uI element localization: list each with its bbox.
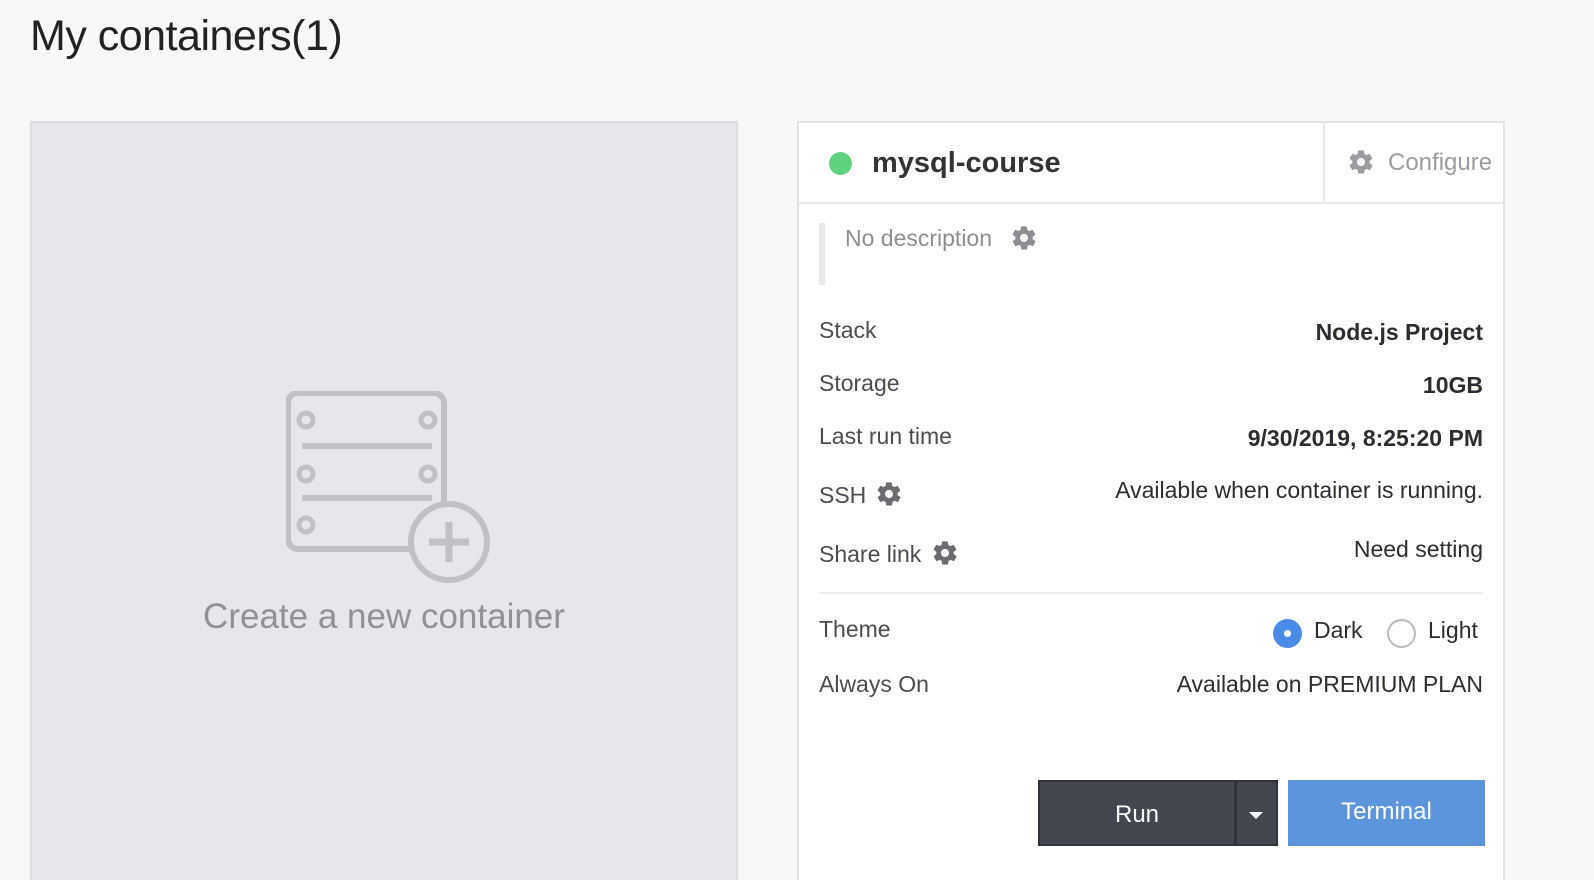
page-title: My containers(1) [30, 12, 343, 60]
divider [819, 592, 1483, 594]
ssh-label: SSH [819, 482, 867, 508]
theme-dark-label[interactable]: Dark [1314, 617, 1363, 644]
container-name[interactable]: mysql-course [872, 147, 1061, 180]
create-container-label: Create a new container [203, 597, 565, 636]
theme-label: Theme [819, 616, 891, 642]
create-container-card[interactable]: Create a new container [30, 121, 738, 880]
share-link-value: Need setting [1353, 536, 1483, 562]
description-text: No description [845, 225, 993, 251]
theme-dark-radio[interactable] [1273, 619, 1302, 648]
theme-radio-group: Dark Light [1273, 615, 1483, 651]
container-header: mysql-course Configure [799, 123, 1503, 204]
status-indicator [829, 152, 852, 175]
last-run-label: Last run time [819, 423, 952, 449]
ssh-value: Available when container is running. [1115, 477, 1483, 503]
share-link-label: Share link [819, 541, 922, 567]
always-on-value: Available on PREMIUM PLAN [1176, 671, 1483, 697]
edit-description-gear-icon[interactable] [1010, 224, 1038, 252]
theme-light-label[interactable]: Light [1428, 617, 1478, 644]
server-add-icon [286, 391, 490, 583]
run-button[interactable]: Run [1038, 780, 1236, 846]
stack-value: Node.js Project [1315, 319, 1483, 345]
last-run-value: 9/30/2019, 8:25:20 PM [1247, 425, 1483, 451]
configure-label: Configure [1388, 149, 1493, 176]
run-options-dropdown[interactable] [1236, 780, 1278, 846]
terminal-label: Terminal [1341, 798, 1432, 825]
theme-light-radio[interactable] [1387, 619, 1416, 648]
ssh-settings-gear-icon[interactable] [875, 480, 903, 508]
configure-button[interactable]: Configure [1323, 123, 1503, 202]
share-link-gear-icon[interactable] [931, 539, 959, 567]
always-on-label: Always On [819, 671, 929, 697]
container-card: mysql-course Configure No description St… [797, 121, 1505, 880]
gear-icon [1349, 150, 1373, 174]
description-bar [819, 223, 825, 285]
terminal-button[interactable]: Terminal [1288, 780, 1485, 846]
storage-label: Storage [819, 370, 900, 396]
chevron-down-icon [1249, 812, 1263, 819]
stack-label: Stack [819, 317, 877, 343]
run-label: Run [1114, 801, 1160, 828]
storage-value: 10GB [1422, 372, 1483, 398]
